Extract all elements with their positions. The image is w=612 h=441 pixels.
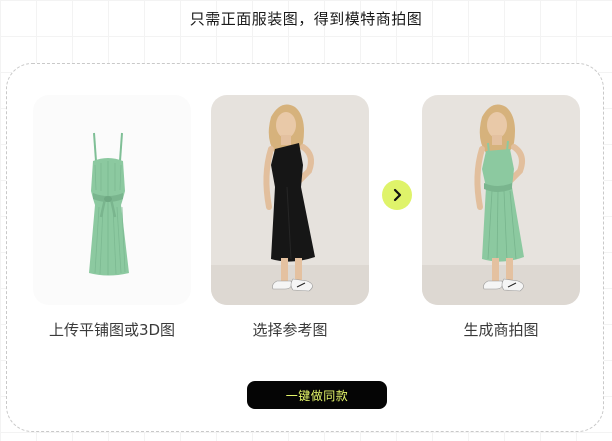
step-label-upload: 上传平铺图或3D图: [48, 321, 176, 339]
step-image-reference[interactable]: [211, 95, 369, 305]
step-image-flat-lay[interactable]: [33, 95, 191, 305]
make-same-style-button[interactable]: 一键做同款: [247, 381, 387, 409]
chevron-right-icon: [393, 188, 402, 202]
step-image-result[interactable]: [422, 95, 580, 305]
model-green-dress-image: [422, 104, 580, 305]
page-title: 只需正面服装图，得到模特商拍图: [189, 10, 423, 28]
green-dress-image: [89, 132, 129, 276]
next-arrow-button[interactable]: [382, 180, 412, 210]
step-label-reference: 选择参考图: [252, 321, 328, 339]
step-label-result: 生成商拍图: [463, 321, 539, 339]
model-black-dress-image: [211, 104, 369, 305]
